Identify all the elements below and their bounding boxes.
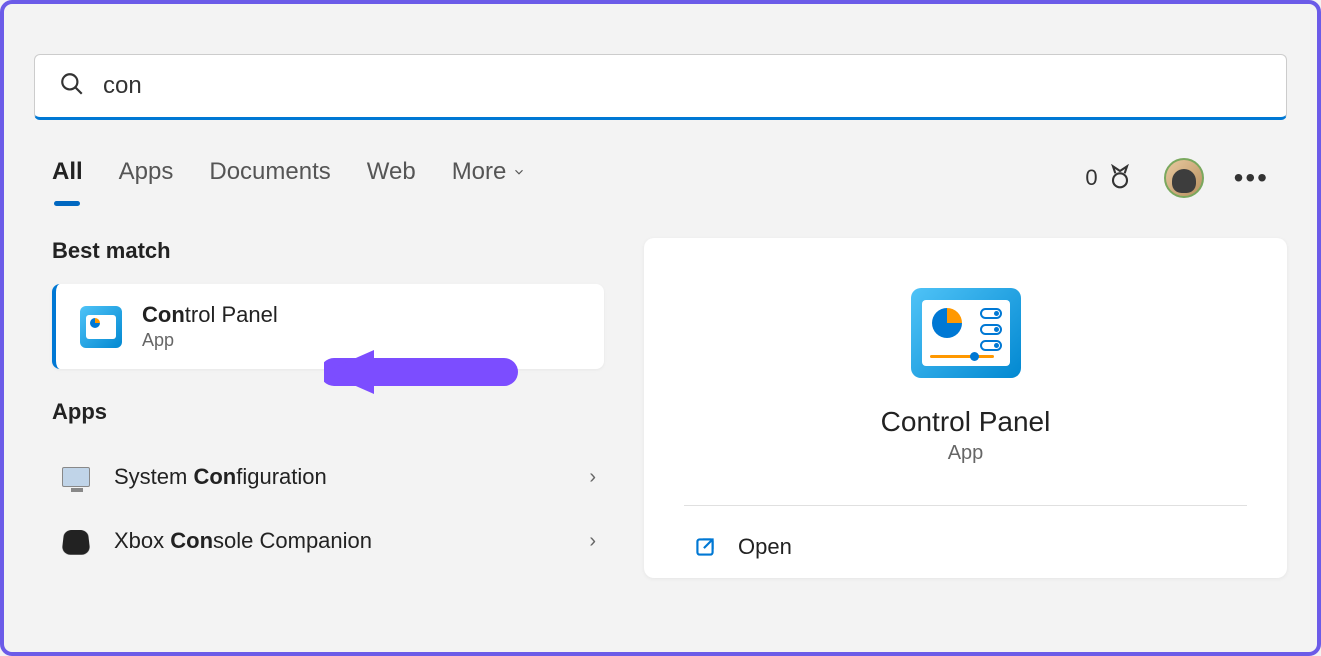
xbox-icon xyxy=(60,525,92,557)
search-input[interactable] xyxy=(103,72,1262,100)
tab-all[interactable]: All xyxy=(52,158,83,198)
tab-more-label: More xyxy=(452,158,507,186)
tab-documents[interactable]: Documents xyxy=(209,158,330,198)
chevron-right-icon: › xyxy=(589,530,596,553)
tab-more[interactable]: More xyxy=(452,158,527,198)
best-match-result[interactable]: Control Panel App xyxy=(52,284,604,369)
open-action[interactable]: Open xyxy=(684,516,1247,578)
rewards-count: 0 xyxy=(1085,165,1097,191)
chevron-right-icon: › xyxy=(589,466,596,489)
app-result-system-configuration[interactable]: System Configuration › xyxy=(52,445,604,509)
best-match-subtitle: App xyxy=(142,330,278,351)
more-options-button[interactable]: ••• xyxy=(1234,162,1269,194)
tab-apps[interactable]: Apps xyxy=(119,158,174,198)
tab-web[interactable]: Web xyxy=(367,158,416,198)
app-label: Xbox Console Companion xyxy=(114,528,589,554)
filter-tabs-row: All Apps Documents Web More 0 ••• xyxy=(34,158,1287,198)
divider xyxy=(684,505,1247,506)
detail-title: Control Panel xyxy=(881,406,1051,438)
rewards-badge[interactable]: 0 xyxy=(1085,164,1133,192)
best-match-heading: Best match xyxy=(52,238,604,264)
search-bar[interactable] xyxy=(34,54,1287,120)
monitor-icon xyxy=(60,461,92,493)
chevron-down-icon xyxy=(512,165,526,179)
control-panel-large-icon xyxy=(911,288,1021,378)
open-label: Open xyxy=(738,534,792,560)
medal-icon xyxy=(1106,164,1134,192)
app-label: System Configuration xyxy=(114,464,589,490)
app-result-xbox-console-companion[interactable]: Xbox Console Companion › xyxy=(52,509,604,573)
open-external-icon xyxy=(692,534,718,560)
detail-panel: Control Panel App Open xyxy=(644,238,1287,578)
best-match-title: Control Panel xyxy=(142,302,278,328)
apps-heading: Apps xyxy=(52,399,604,425)
control-panel-icon xyxy=(80,306,122,348)
user-avatar[interactable] xyxy=(1164,158,1204,198)
detail-subtitle: App xyxy=(948,442,984,465)
search-icon xyxy=(59,71,85,102)
